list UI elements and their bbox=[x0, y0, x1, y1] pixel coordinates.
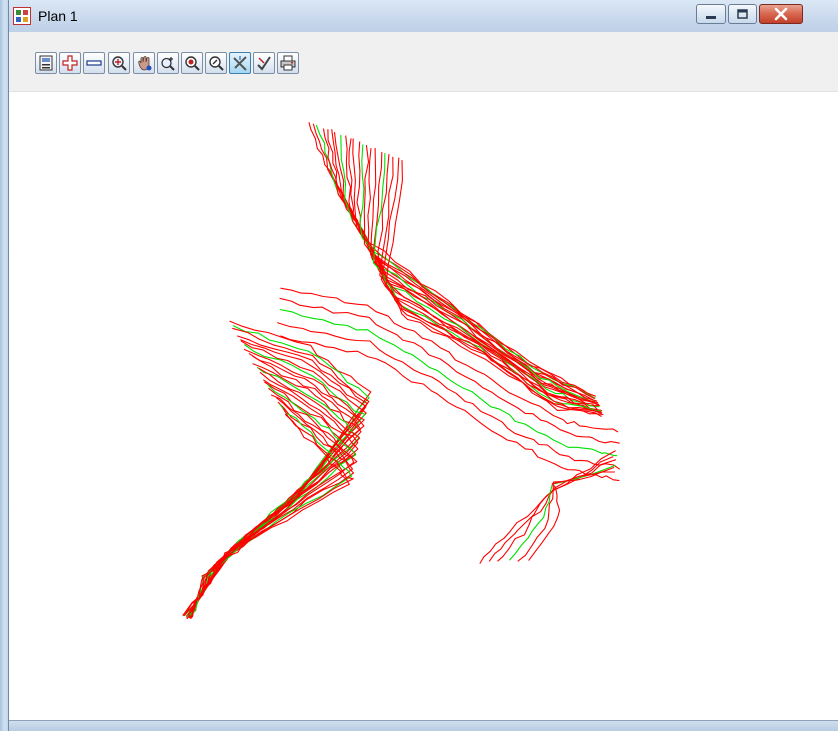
zoom-in-plus-icon bbox=[62, 55, 78, 71]
contour-line bbox=[189, 387, 358, 619]
contour-line bbox=[528, 471, 615, 561]
zoom-in-button[interactable] bbox=[59, 52, 81, 74]
plot-button[interactable] bbox=[35, 52, 57, 74]
contour-line bbox=[322, 128, 595, 400]
zoom-plus-minus-button[interactable] bbox=[157, 52, 179, 74]
plan-view-canvas[interactable] bbox=[9, 92, 838, 720]
pick-button[interactable] bbox=[253, 52, 275, 74]
pan-button[interactable] bbox=[133, 52, 155, 74]
window-left-border bbox=[0, 0, 9, 731]
contour-line bbox=[315, 124, 596, 399]
contour-line bbox=[187, 381, 357, 616]
zoom-extent-button[interactable] bbox=[181, 52, 203, 74]
zoom-out-minus-icon bbox=[86, 60, 102, 66]
zoom-previous-icon bbox=[209, 56, 224, 71]
contour-line bbox=[190, 403, 353, 617]
window-title: Plan 1 bbox=[38, 8, 78, 24]
minimize-button[interactable] bbox=[696, 4, 726, 24]
contour-line bbox=[508, 464, 616, 561]
contour-line bbox=[189, 379, 359, 619]
contour-line bbox=[385, 160, 604, 416]
zoom-previous-button[interactable] bbox=[205, 52, 227, 74]
contour-plan bbox=[182, 122, 621, 620]
zoom-window-icon bbox=[112, 56, 127, 71]
print-button[interactable] bbox=[277, 52, 299, 74]
window-bottom-border bbox=[9, 720, 838, 731]
maximize-icon bbox=[737, 9, 748, 19]
print-icon bbox=[280, 55, 296, 71]
plan-window: Plan 1 bbox=[0, 0, 838, 731]
contour-line bbox=[377, 154, 603, 413]
zoom-extent-icon bbox=[185, 56, 200, 71]
zoom-out-button[interactable] bbox=[83, 52, 105, 74]
contour-line bbox=[189, 371, 359, 616]
minimize-icon bbox=[706, 16, 716, 19]
contour-line bbox=[380, 157, 602, 417]
contour-line bbox=[497, 459, 617, 562]
contour-line bbox=[191, 396, 354, 618]
measure-cross-icon bbox=[233, 56, 247, 71]
plot-icon bbox=[39, 55, 53, 71]
close-button[interactable] bbox=[759, 4, 803, 24]
maximize-button[interactable] bbox=[728, 4, 757, 24]
contour-line bbox=[367, 148, 603, 412]
close-icon bbox=[774, 7, 788, 21]
pan-hand-icon bbox=[138, 56, 152, 71]
contour-line bbox=[188, 367, 361, 619]
contour-line bbox=[333, 132, 596, 405]
zoom-plus-minus-icon bbox=[161, 57, 175, 71]
contour-line bbox=[308, 122, 596, 397]
title-bar[interactable]: Plan 1 bbox=[9, 0, 838, 32]
plan-view-icon bbox=[13, 7, 31, 25]
zoom-window-button[interactable] bbox=[108, 52, 130, 74]
contour-line bbox=[331, 129, 596, 402]
contour-line bbox=[327, 129, 598, 402]
contour-line bbox=[488, 456, 614, 562]
pick-arrow-icon bbox=[257, 56, 271, 71]
measure-button[interactable] bbox=[229, 52, 251, 74]
plan-toolbar bbox=[9, 32, 838, 92]
